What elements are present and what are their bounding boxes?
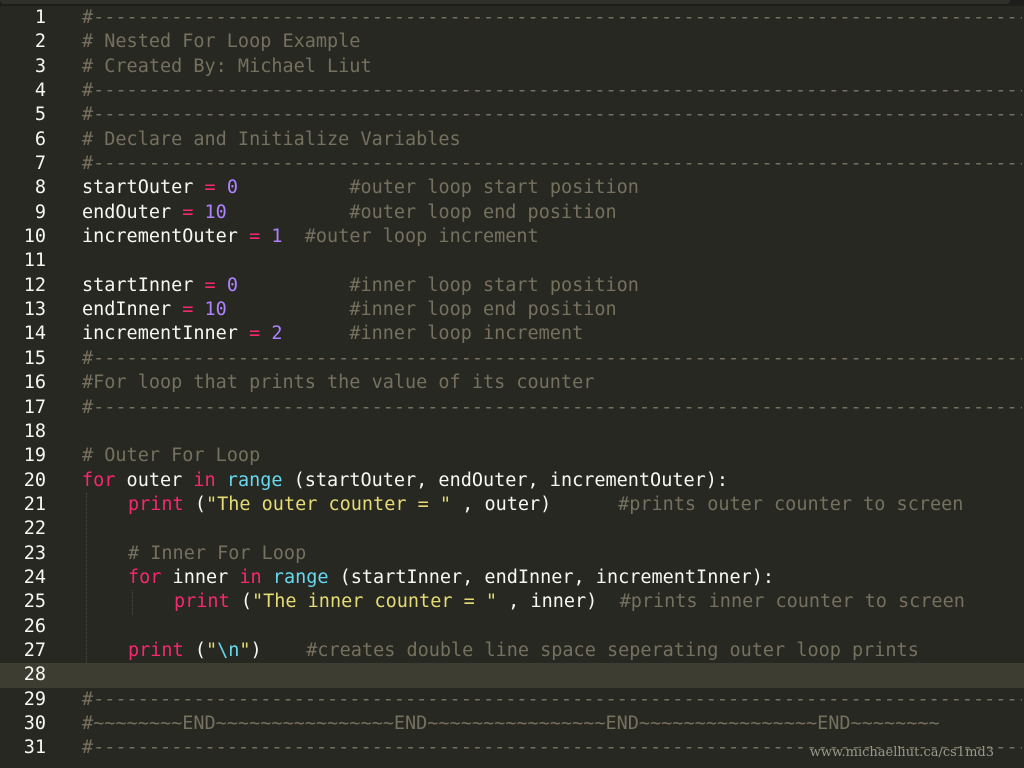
code-line-8: startOuter = 0 #outer loop start positio… (82, 177, 639, 199)
line-number: 18 (23, 420, 46, 442)
code-line-9: endOuter = 10 #outer loop end position (82, 201, 617, 223)
line-number: 9 (34, 201, 46, 223)
line-number-gutter: 1 2 3 4 5 6 7 8 9 10 11 12 13 14 15 16 17 18 19 20 21 22 23 24 2… (0, 6, 62, 768)
line-number: 31 (23, 737, 46, 759)
code-line-4: #---------------------------------------… (82, 80, 1022, 102)
line-number: 28 (23, 664, 46, 686)
code-line-12: startInner = 0 #inner loop start positio… (82, 274, 639, 296)
line-number: 17 (23, 396, 46, 418)
line-number: 12 (23, 274, 46, 296)
code-area[interactable]: #---------------------------------------… (82, 6, 1022, 768)
code-line-6: # Declare and Initialize Variables (82, 128, 461, 150)
line-number: 27 (23, 639, 46, 661)
code-line-17: #---------------------------------------… (82, 396, 1022, 418)
code-line-10: incrementOuter = 1 #outer loop increment (82, 226, 539, 248)
code-editor[interactable]: 1 2 3 4 5 6 7 8 9 10 11 12 13 14 15 16 17 18 19 20 21 22 23 24 2… (0, 0, 1024, 768)
code-line-29: #---------------------------------------… (82, 688, 1022, 710)
code-line-30: #~~~~~~~~END~~~~~~~~~~~~~~~~END~~~~~~~~~… (82, 712, 940, 734)
code-line-14: incrementInner = 2 #inner loop increment (82, 323, 584, 345)
line-number: 3 (34, 55, 46, 77)
line-number: 16 (23, 372, 46, 394)
line-number: 26 (23, 615, 46, 637)
line-number: 20 (23, 469, 46, 491)
line-number: 7 (34, 153, 46, 175)
code-line-20: for outer in range (startOuter, endOuter… (82, 469, 729, 491)
line-number: 19 (23, 445, 46, 467)
line-number: 24 (23, 566, 46, 588)
line-number: 10 (23, 226, 46, 248)
line-number: 29 (23, 688, 46, 710)
code-line-1: #---------------------------------------… (82, 7, 1022, 28)
code-line-13: endInner = 10 #inner loop end position (82, 299, 617, 321)
line-number: 6 (34, 128, 46, 150)
line-number: 30 (23, 712, 46, 734)
line-number: 25 (23, 591, 46, 613)
line-number: 1 (34, 7, 46, 28)
code-line-16: #For loop that prints the value of its c… (82, 372, 595, 394)
line-number: 8 (34, 177, 46, 199)
line-number: 5 (34, 104, 46, 126)
line-number: 23 (23, 542, 46, 564)
watermark: www.michaelliut.ca/cs1md3 (809, 745, 994, 760)
indent-guide (132, 590, 134, 615)
line-number: 22 (23, 518, 46, 540)
code-line-3: # Created By: Michael Liut (82, 55, 372, 77)
line-number: 11 (23, 250, 46, 272)
code-line-19: # Outer For Loop (82, 445, 261, 467)
line-number: 14 (23, 323, 46, 345)
code-line-21: print ("The outer counter = " , outer) #… (128, 493, 964, 515)
code-line-5: #---------------------------------------… (82, 104, 1022, 126)
line-number: 15 (23, 347, 46, 369)
line-number: 21 (23, 493, 46, 515)
code-line-2: # Nested For Loop Example (82, 31, 361, 53)
code-line-27: print ("\n") #creates double line space … (128, 639, 919, 661)
indent-guide (86, 493, 88, 664)
code-line-28[interactable] (82, 663, 1022, 687)
code-line-7: #---------------------------------------… (82, 153, 1022, 175)
code-line-15: #---------------------------------------… (82, 347, 1022, 369)
code-line-25: print ("The inner counter = " , inner) #… (174, 591, 965, 613)
line-number: 13 (23, 299, 46, 321)
line-number: 2 (34, 31, 46, 53)
line-number: 4 (34, 80, 46, 102)
code-line-24: for inner in range (startInner, endInner… (128, 566, 775, 588)
active-tab[interactable] (0, 0, 1010, 4)
code-line-23: # Inner For Loop (128, 542, 307, 564)
